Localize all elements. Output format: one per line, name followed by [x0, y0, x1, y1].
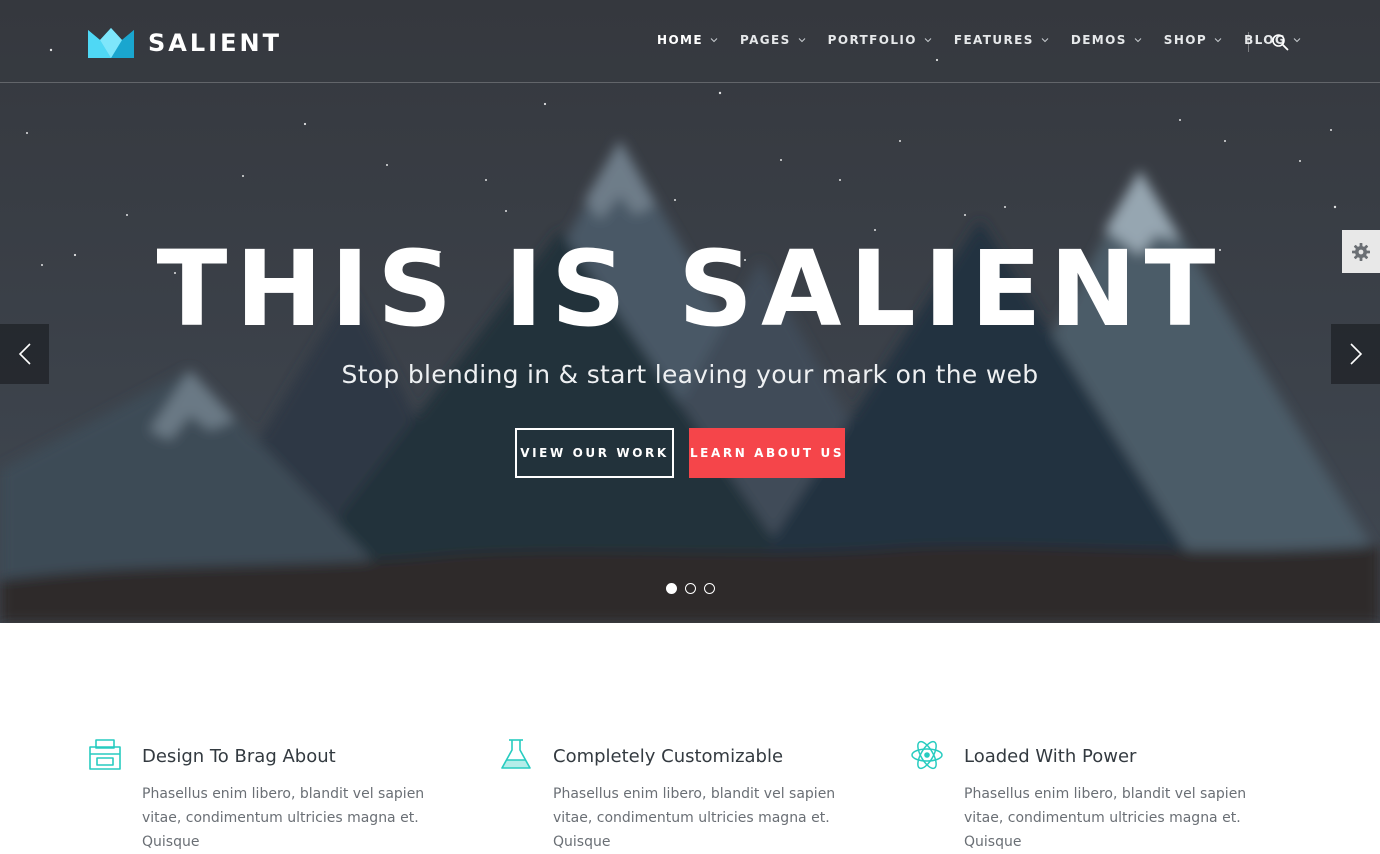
hero-title: THIS IS SALIENT	[156, 228, 1224, 350]
slider-dot[interactable]	[685, 583, 696, 594]
hero-slider: SALIENT HOME PAGES PORTFOLIO FEATURES DE…	[0, 0, 1380, 623]
search-icon[interactable]	[1271, 33, 1289, 51]
view-our-work-button[interactable]: VIEW OUR WORK	[515, 428, 674, 478]
slider-prev-button[interactable]	[0, 324, 49, 384]
nav-item-demos[interactable]: DEMOS	[1071, 33, 1142, 47]
chevron-down-icon	[798, 38, 806, 43]
atom-icon	[911, 740, 943, 770]
nav-label: FEATURES	[953, 33, 1034, 47]
slider-next-button[interactable]	[1331, 324, 1380, 384]
nav-item-portfolio[interactable]: PORTFOLIO	[828, 33, 932, 47]
site-header: SALIENT HOME PAGES PORTFOLIO FEATURES DE…	[0, 0, 1380, 83]
chevron-down-icon	[1293, 38, 1301, 43]
feature-title: Completely Customizable	[553, 746, 784, 767]
chevron-left-icon	[18, 343, 31, 365]
nav-label: PORTFOLIO	[827, 33, 917, 47]
nav-label: SHOP	[1163, 33, 1208, 47]
feature-description: Phasellus enim libero, blandit vel sapie…	[553, 786, 836, 850]
nav-divider	[1248, 32, 1249, 52]
chevron-down-icon	[1041, 38, 1049, 43]
feature-description: Phasellus enim libero, blandit vel sapie…	[964, 786, 1247, 850]
feature-description: Phasellus enim libero, blandit vel sapie…	[142, 786, 425, 850]
slider-dot[interactable]	[666, 583, 677, 594]
slider-dot[interactable]	[704, 583, 715, 594]
nav-label: PAGES	[739, 33, 791, 47]
nav-item-home[interactable]: HOME	[657, 33, 718, 47]
nav-label: DEMOS	[1070, 33, 1127, 47]
chevron-down-icon	[710, 38, 718, 43]
crown-logo-icon	[88, 28, 134, 58]
nav-label: HOME	[657, 33, 703, 47]
nav-item-features[interactable]: FEATURES	[954, 33, 1049, 47]
flask-icon	[501, 739, 531, 769]
chevron-down-icon	[1134, 38, 1142, 43]
brand-logo[interactable]: SALIENT	[88, 28, 282, 58]
hero-subtitle: Stop blending in & start leaving your ma…	[341, 360, 1039, 389]
chevron-down-icon	[924, 38, 932, 43]
brand-name: SALIENT	[148, 29, 282, 57]
nav-item-shop[interactable]: SHOP	[1164, 33, 1222, 47]
printer-icon	[89, 739, 121, 770]
settings-panel-toggle[interactable]	[1342, 230, 1380, 273]
chevron-down-icon	[1214, 38, 1222, 43]
slider-pagination	[666, 583, 715, 594]
chevron-right-icon	[1349, 343, 1362, 365]
gear-icon	[1352, 242, 1370, 261]
feature-title: Design To Brag About	[142, 746, 336, 767]
nav-item-pages[interactable]: PAGES	[740, 33, 806, 47]
main-nav: HOME PAGES PORTFOLIO FEATURES DEMOS SHOP	[657, 33, 1323, 47]
feature-title: Loaded With Power	[964, 746, 1137, 767]
learn-about-us-button[interactable]: LEARN ABOUT US	[689, 428, 845, 478]
